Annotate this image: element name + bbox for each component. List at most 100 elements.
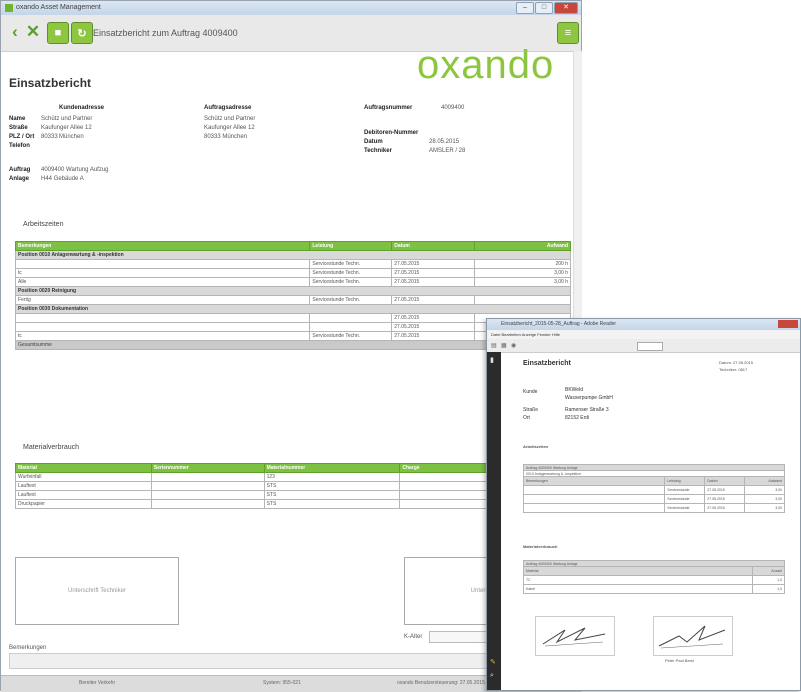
column-header: Material (15, 463, 152, 473)
table-row: Servicestunde 27.05.2015 3,00 (522, 494, 785, 504)
pdf-material-heading: Materialverbrauch (523, 544, 558, 549)
order-address-line3: 80333 München (204, 134, 248, 140)
name-input[interactable] (429, 631, 491, 643)
order-number-label: Auftragsnummer (364, 105, 413, 111)
table-row[interactable]: Servicestunde Techn. 27.05.2015 200 h (14, 259, 571, 269)
work-times-heading: Arbeitszeiten (23, 221, 64, 228)
app-icon (5, 4, 13, 12)
table-row[interactable]: Alle Servicestunde Techn. 27.05.2015 3,00 h (14, 277, 571, 287)
minimize-button[interactable]: – (516, 2, 534, 14)
comment-icon[interactable]: ✎ (490, 658, 496, 666)
pdf-title-bar: Einsatzbericht_2015-05-28_Auftrag - Adob… (487, 319, 800, 330)
pdf-work-heading: Arbeitszeiten (523, 444, 549, 449)
order-address-line1: Schütz und Partner (204, 116, 256, 122)
pdf-city: 82152 Erdi (565, 415, 590, 421)
pdf-window-title: Einsatzbericht_2015-05-28_Auftrag - Adob… (501, 321, 617, 327)
date-label: Datum (364, 139, 383, 145)
table-header-row: Material Anzahl (522, 566, 785, 576)
plant-value: H44 Gebäude A (41, 176, 84, 182)
phone-label: Telefon (9, 143, 30, 149)
column-header: Materialnummer (263, 463, 401, 473)
pdf-work-table: Auftrag 4009400 Wartung Anlage 0010 Anla… (522, 464, 785, 513)
column-header: Seriennummer (150, 463, 265, 473)
table-row[interactable]: Fertig Servicestunde Techn. 27.05.2015 (14, 295, 571, 305)
pdf-material-table: Auftrag 4009400 Wartung Anlage Material A… (522, 560, 785, 594)
pdf-kunde-label: Kunde (523, 389, 538, 395)
status-right: oxando Benutzersteuerung: 27.05.2015 10:… (397, 680, 499, 686)
pdf-menu-bar[interactable]: Datei Bearbeiten Anzeige Fenster Hilfe (487, 330, 800, 339)
pdf-meta-tech: Techniker: 0817 (719, 367, 748, 372)
order-value: 4009400 Wartung Aufzug (41, 167, 109, 173)
column-header: Leistung (309, 241, 393, 251)
pdf-kunde-line1: BKWeld (565, 387, 583, 393)
customer-signature-image (653, 616, 733, 656)
customer-street: Kaufunger Allee 12 (41, 125, 92, 131)
column-header: Bemerkungen (14, 241, 311, 251)
name-label: Name (9, 116, 26, 122)
technician-signature-label: Unterschrift Techniker (68, 588, 126, 594)
bookmark-icon[interactable]: ▮ (490, 356, 494, 364)
pdf-city-label: Ort (523, 415, 530, 421)
close-window-button[interactable]: ✕ (554, 2, 578, 14)
table-row: Servicestunde 27.05.2015 3,00 (522, 503, 785, 513)
oxando-logo: oxando (417, 43, 555, 87)
customer-heading: Kundenadresse (59, 105, 105, 111)
close-icon[interactable]: ✕ (23, 22, 43, 42)
name-field-label: K-Alter (404, 634, 423, 640)
menu-button[interactable]: ≡ (557, 22, 579, 44)
pdf-kunde-line2: Wasserpumpe GmbH (565, 395, 613, 401)
pdf-signer-name: Peter Paul Bertz (665, 658, 695, 663)
table-header-row: Bemerkungen Leistung Datum Aufwand (14, 241, 571, 251)
pdf-page-title: Einsatzbericht (523, 360, 571, 367)
order-label: Auftrag (9, 167, 31, 173)
customer-zip: 80333 (41, 134, 58, 140)
table-row[interactable]: tc Servicestunde Techn. 27.05.2015 3,00 h (14, 268, 571, 278)
chevron-left-icon[interactable]: ‹ (5, 22, 25, 42)
pdf-toolbar[interactable]: ▤ ▦ ◉ (487, 339, 800, 353)
pdf-viewer-window: Einsatzbericht_2015-05-28_Auftrag - Adob… (486, 318, 801, 691)
technician: AMSLER / 28 (429, 148, 466, 154)
pdf-page: Einsatzbericht Datum: 27.05.2015 Technik… (505, 354, 796, 688)
table-row: Servicestunde 27.05.2015 3,00 (522, 485, 785, 495)
debtor-label: Debitoren-Nummer (364, 130, 419, 136)
city-label: PLZ / Ort (9, 134, 35, 140)
order-number: 4009400 (441, 105, 465, 111)
table-row: Kabel 1,0 (522, 584, 785, 594)
pdf-menu[interactable]: Datei Bearbeiten Anzeige Fenster Hilfe (487, 332, 560, 337)
title-bar: oxando Asset Management – □ ✕ (1, 1, 581, 15)
technician-signature-box[interactable]: Unterschrift Techniker (15, 557, 179, 625)
pdf-meta-date: Datum: 27.05.2015 (719, 360, 754, 365)
pdf-close-button[interactable] (778, 320, 798, 328)
report-title: Einsatzbericht (9, 76, 92, 90)
material-heading: Materialverbrauch (23, 444, 80, 451)
refresh-button[interactable]: ↻ (71, 22, 93, 44)
pdf-sidebar[interactable]: ▮ ✎ ⌕ (487, 352, 501, 690)
report-date: 28.05.2015 (429, 139, 460, 145)
column-header: Aufwand (474, 241, 571, 251)
zoom-field[interactable] (637, 342, 663, 351)
attachment-icon[interactable]: ⌕ (490, 672, 494, 680)
plant-label: Anlage (9, 176, 30, 182)
table-header-row: Bemerkungen Leistung Datum Aufwand (522, 476, 785, 486)
save-button[interactable]: ■ (47, 22, 69, 44)
save-icon[interactable]: ▦ (501, 342, 507, 349)
table-row: TC 1,0 (522, 575, 785, 585)
order-address-heading: Auftragsadresse (204, 105, 252, 111)
status-mid: System: 955-021 (263, 680, 301, 686)
status-left: Bereiter Verkehr (79, 680, 116, 686)
customer-name: Schütz und Partner (41, 116, 93, 122)
group-row: Position 0020 Reinigung (15, 286, 571, 296)
toolbar-title: Einsatzbericht zum Auftrag 4009400 (93, 28, 238, 38)
group-row: Position 0030 Dokumentation (15, 304, 571, 314)
maximize-button[interactable]: □ (535, 2, 553, 14)
pdf-street-label: Straße (523, 407, 539, 413)
pdf-street: Ramenser Straße 3 (565, 407, 609, 413)
window-title: oxando Asset Management (16, 4, 101, 11)
order-address-line2: Kaufunger Allee 12 (204, 125, 255, 131)
remarks-label: Bemerkungen (9, 645, 47, 651)
technician-label: Techniker (364, 148, 392, 154)
column-header: Datum (391, 241, 476, 251)
page-nav-icon[interactable]: ◉ (511, 342, 516, 349)
print-icon[interactable]: ▤ (491, 342, 497, 349)
group-row: Position 0010 Anlagenwartung & -inspekti… (15, 250, 571, 260)
